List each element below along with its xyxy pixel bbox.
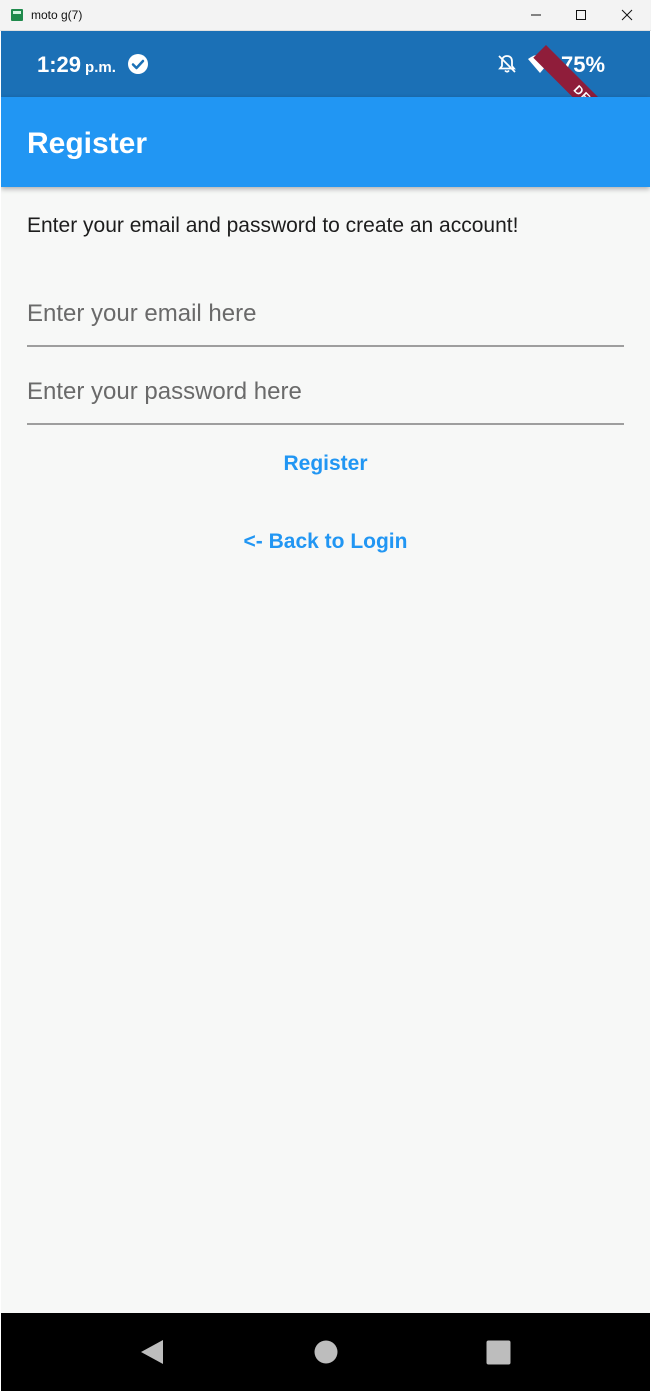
status-time: 1:29 p.m. (37, 52, 116, 78)
password-field[interactable] (27, 367, 624, 425)
maximize-button[interactable] (558, 0, 604, 30)
window-titlebar: moto g(7) (0, 0, 651, 31)
app-bar-title: Register (27, 127, 148, 160)
device-screen: 1:29p.m. 75% DEBUG Register Enter your e… (1, 31, 650, 1391)
minimize-button[interactable] (513, 0, 559, 30)
android-studio-icon (11, 9, 23, 21)
status-time-value: 1:29 (37, 52, 82, 77)
close-icon (621, 9, 633, 21)
maximize-icon (576, 10, 586, 20)
minimize-icon (531, 14, 541, 16)
app-bar: Register (1, 97, 650, 187)
email-input[interactable] (27, 289, 624, 339)
register-button[interactable]: Register (1, 452, 650, 476)
window-title: moto g(7) (31, 8, 83, 22)
recents-square-icon[interactable] (486, 1340, 511, 1365)
password-input[interactable] (27, 367, 624, 417)
navigation-bar (1, 1313, 650, 1391)
check-circle-icon (128, 54, 148, 74)
status-bar: 1:29p.m. 75% DEBUG (1, 31, 650, 164)
status-ampm: p.m. (85, 59, 116, 76)
close-button[interactable] (604, 0, 650, 30)
email-field[interactable] (27, 289, 624, 347)
bell-off-icon (498, 55, 516, 73)
home-circle-icon[interactable] (314, 1340, 338, 1364)
back-to-login-button[interactable]: <- Back to Login (1, 530, 650, 554)
back-triangle-icon[interactable] (139, 1338, 165, 1366)
intro-text: Enter your email and password to create … (27, 214, 519, 237)
